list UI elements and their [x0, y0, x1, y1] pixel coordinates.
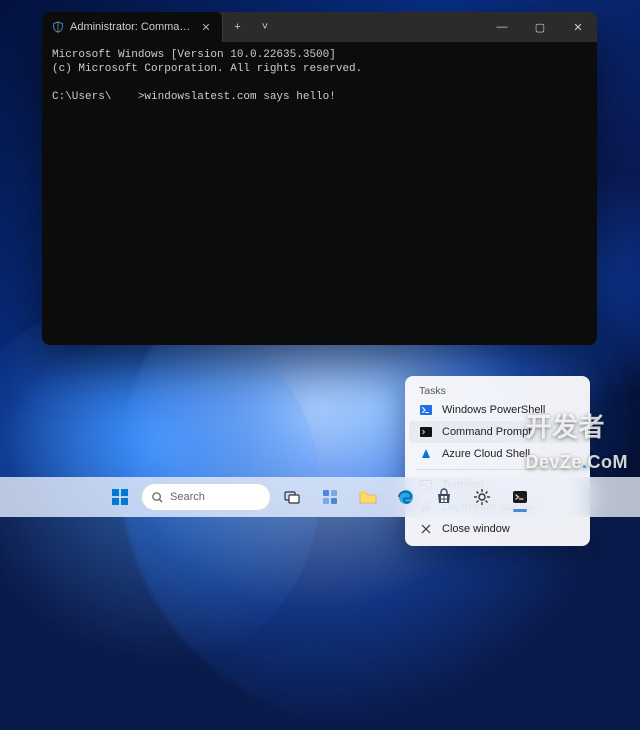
- titlebar-drag-region[interactable]: [278, 12, 483, 42]
- taskbar-store[interactable]: [427, 480, 461, 514]
- tab-command-prompt[interactable]: Administrator: Command Pro ✕: [42, 12, 222, 42]
- taskbar: Search: [0, 477, 640, 517]
- tab-dropdown-button[interactable]: ˅: [252, 12, 278, 42]
- terminal-output[interactable]: Microsoft Windows [Version 10.0.22635.35…: [42, 42, 597, 345]
- jump-item-close-window[interactable]: Close window: [409, 518, 586, 540]
- search-placeholder: Search: [170, 491, 205, 503]
- taskbar-terminal[interactable]: [503, 480, 537, 514]
- widgets-icon: [321, 488, 339, 506]
- minimize-button[interactable]: —: [483, 12, 521, 42]
- search-icon: [151, 491, 164, 504]
- store-icon: [435, 488, 453, 506]
- close-window-button[interactable]: ✕: [559, 12, 597, 42]
- maximize-button[interactable]: ▢: [521, 12, 559, 42]
- terminal-window: Administrator: Command Pro ✕ + ˅ — ▢ ✕ M…: [42, 12, 597, 345]
- file-explorer-icon: [358, 488, 378, 506]
- jump-list-section-header: Tasks: [409, 382, 586, 399]
- taskbar-search[interactable]: Search: [141, 483, 271, 511]
- tab-close-button[interactable]: ✕: [198, 21, 214, 34]
- azure-icon: [419, 447, 433, 461]
- command-prompt-icon: [419, 425, 433, 439]
- admin-shield-icon: [52, 21, 64, 33]
- start-button[interactable]: [103, 480, 137, 514]
- jump-item-label: Close window: [442, 523, 510, 535]
- terminal-app-icon: [511, 488, 529, 506]
- edge-icon: [397, 488, 415, 506]
- task-view-icon: [283, 488, 301, 506]
- taskbar-task-view[interactable]: [275, 480, 309, 514]
- jump-item-label: Command Prompt: [442, 426, 531, 438]
- windows-logo-icon: [111, 488, 129, 506]
- tab-title: Administrator: Command Pro: [70, 21, 192, 33]
- jump-item-label: Azure Cloud Shell: [442, 448, 530, 460]
- watermark-text: 开发者 DevZe.CoM: [525, 407, 628, 475]
- taskbar-explorer[interactable]: [351, 480, 385, 514]
- gear-icon: [473, 488, 491, 506]
- window-titlebar[interactable]: Administrator: Command Pro ✕ + ˅ — ▢ ✕: [42, 12, 597, 42]
- taskbar-edge[interactable]: [389, 480, 423, 514]
- taskbar-widgets[interactable]: [313, 480, 347, 514]
- taskbar-settings[interactable]: [465, 480, 499, 514]
- close-icon: [419, 522, 433, 536]
- powershell-icon: [419, 403, 433, 417]
- new-tab-button[interactable]: +: [222, 12, 252, 42]
